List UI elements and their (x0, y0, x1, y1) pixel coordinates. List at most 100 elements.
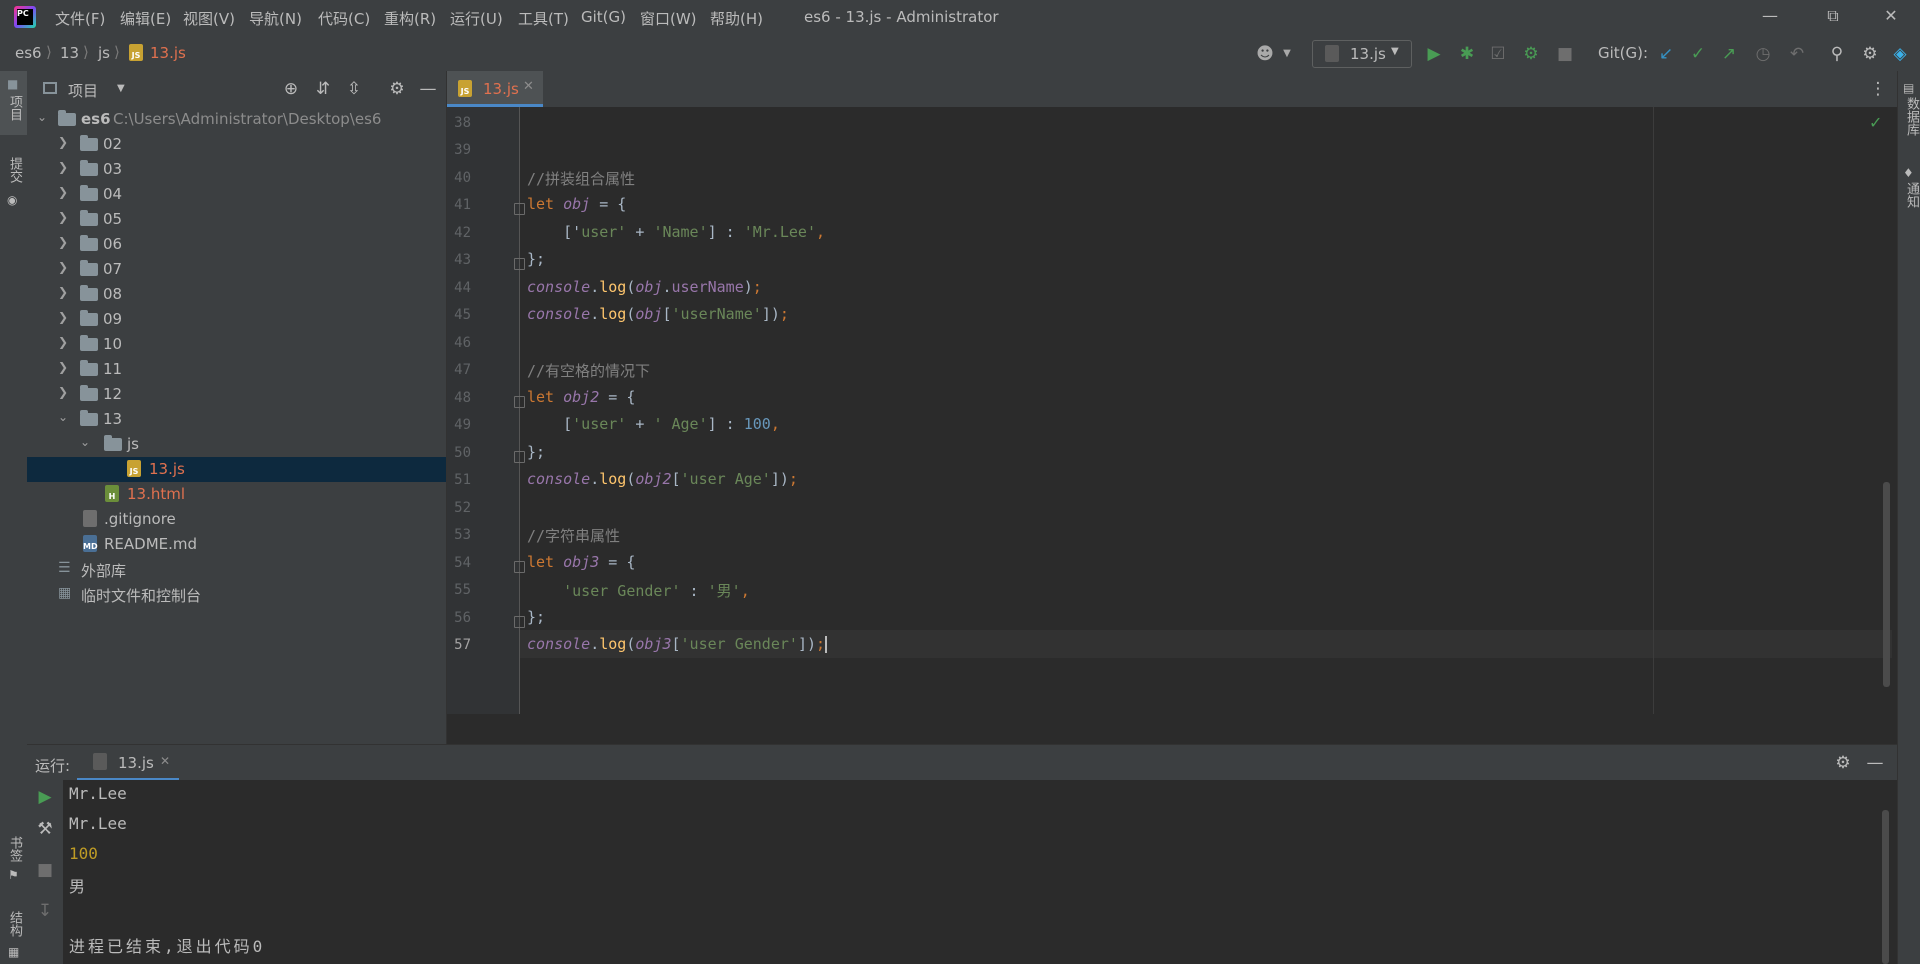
chevron-right-icon[interactable]: ❯ (58, 260, 68, 274)
tree-folder-02[interactable]: ❯ 02 (27, 132, 446, 157)
tree-folder-09[interactable]: ❯ 09 (27, 307, 446, 332)
fold-icon[interactable] (514, 561, 525, 573)
tree-external-libraries[interactable]: ☰ 外部库 (27, 557, 446, 582)
menu-edit[interactable]: 编辑(E) (120, 8, 171, 29)
code-with-me-icon[interactable]: ◈ (1889, 43, 1911, 65)
menu-file[interactable]: 文件(F) (55, 8, 105, 29)
project-panel-title[interactable]: 项目 (68, 80, 98, 101)
fold-icon[interactable] (514, 616, 525, 628)
run-console[interactable]: ▶ ⚒ ■ ↧ Mr.Lee Mr.Lee 100 男 进程已结束,退出代码0 (27, 780, 1897, 964)
database-tool-button[interactable]: ▤ 数据库 (1898, 81, 1920, 141)
user-icon[interactable]: ☻ (1254, 43, 1276, 65)
chevron-right-icon[interactable]: ❯ (58, 185, 68, 199)
expand-all-icon[interactable]: ⇵ (312, 78, 334, 100)
chevron-down-icon[interactable]: ⌄ (58, 410, 68, 424)
chevron-down-icon[interactable]: ▼ (117, 83, 125, 94)
search-icon[interactable]: ⚲ (1826, 43, 1848, 65)
settings-icon[interactable]: ⚙ (1859, 43, 1881, 65)
tree-folder-07[interactable]: ❯ 07 (27, 257, 446, 282)
restore-icon[interactable]: ⧉ (1818, 6, 1848, 28)
bookmarks-tool-button[interactable]: 书签 ⚑ (0, 836, 27, 886)
tree-file-readme[interactable]: MD README.md (27, 532, 446, 557)
structure-tool-button[interactable]: 结构 ▦ (0, 911, 27, 964)
commit-tool-button[interactable]: ◉ 提交 (0, 153, 27, 213)
menu-window[interactable]: 窗口(W) (640, 8, 697, 29)
tree-folder-05[interactable]: ❯ 05 (27, 207, 446, 232)
menu-help[interactable]: 帮助(H) (710, 8, 763, 29)
gear-icon[interactable]: ⚙ (386, 78, 408, 100)
chevron-right-icon[interactable]: ❯ (58, 235, 68, 249)
fold-icon[interactable] (514, 258, 525, 270)
tree-file-gitignore[interactable]: .gitignore (27, 507, 446, 532)
breadcrumb-folder[interactable]: 13 (60, 44, 79, 62)
fold-icon[interactable] (514, 203, 525, 215)
hide-panel-icon[interactable]: — (1864, 752, 1886, 774)
git-push-icon[interactable]: ↗ (1718, 43, 1740, 65)
chevron-down-icon[interactable]: ⌄ (80, 435, 90, 449)
profile-icon[interactable]: ⚙ (1520, 43, 1542, 65)
locate-icon[interactable]: ⊕ (280, 78, 302, 100)
no-problems-check-icon[interactable]: ✓ (1869, 113, 1882, 132)
menu-refactor[interactable]: 重构(R) (384, 8, 436, 29)
console-scrollbar[interactable] (1882, 810, 1889, 964)
tree-scratches[interactable]: ▦ 临时文件和控制台 (27, 582, 446, 607)
hide-panel-icon[interactable]: — (417, 78, 439, 100)
chevron-right-icon[interactable]: ❯ (58, 135, 68, 149)
git-update-icon[interactable]: ↙ (1655, 43, 1677, 65)
tree-folder-12[interactable]: ❯ 12 (27, 382, 446, 407)
editor-scrollbar[interactable] (1883, 482, 1890, 687)
tree-folder-06[interactable]: ❯ 06 (27, 232, 446, 257)
scroll-to-end-icon[interactable]: ↧ (34, 900, 56, 922)
breadcrumb-project[interactable]: es6 (15, 44, 42, 62)
tree-file-html[interactable]: H 13.html (27, 482, 446, 507)
breadcrumb-file[interactable]: 13.js (150, 44, 186, 62)
tree-root[interactable]: ⌄ es6 C:\Users\Administrator\Desktop\es6 (27, 107, 446, 132)
close-tab-icon[interactable]: ✕ (523, 79, 534, 94)
more-options-icon[interactable]: ⋮ (1867, 78, 1889, 100)
menu-code[interactable]: 代码(C) (318, 8, 370, 29)
collapse-all-icon[interactable]: ⇳ (343, 78, 365, 100)
chevron-right-icon[interactable]: ❯ (58, 310, 68, 324)
gear-icon[interactable]: ⚙ (1832, 752, 1854, 774)
git-commit-icon[interactable]: ✓ (1687, 43, 1709, 65)
chevron-down-icon[interactable]: ▼ (1276, 43, 1298, 65)
fold-icon[interactable] (514, 451, 525, 463)
chevron-right-icon[interactable]: ❯ (58, 210, 68, 224)
tree-folder-js[interactable]: ⌄ js (27, 432, 446, 457)
tree-folder-08[interactable]: ❯ 08 (27, 282, 446, 307)
menu-navigate[interactable]: 导航(N) (249, 8, 302, 29)
chevron-right-icon[interactable]: ❯ (58, 160, 68, 174)
chevron-right-icon[interactable]: ❯ (58, 360, 68, 374)
close-icon[interactable]: ✕ (1876, 6, 1906, 28)
run-tab[interactable]: 13.js ✕ (77, 745, 179, 781)
coverage-icon[interactable]: ☑ (1487, 43, 1509, 65)
tree-folder-11[interactable]: ❯ 11 (27, 357, 446, 382)
debug-icon[interactable]: ✱ (1456, 43, 1478, 65)
wrench-icon[interactable]: ⚒ (34, 818, 56, 840)
tree-folder-13[interactable]: ⌄ 13 (27, 407, 446, 432)
stop-icon[interactable]: ■ (34, 859, 56, 881)
chevron-down-icon[interactable]: ⌄ (37, 110, 47, 124)
run-icon[interactable]: ▶ (1423, 43, 1445, 65)
minimize-icon[interactable]: — (1755, 6, 1785, 28)
tree-folder-04[interactable]: ❯ 04 (27, 182, 446, 207)
tree-folder-10[interactable]: ❯ 10 (27, 332, 446, 357)
chevron-right-icon[interactable]: ❯ (58, 385, 68, 399)
rerun-icon[interactable]: ▶ (34, 786, 56, 808)
editor-tab-active[interactable]: JS 13.js ✕ (447, 71, 543, 107)
chevron-right-icon[interactable]: ❯ (58, 285, 68, 299)
stop-icon[interactable]: ■ (1554, 43, 1576, 65)
code-editor[interactable]: 38 39 40 41 42 43 44 45 46 47 48 49 50 5… (447, 107, 1897, 714)
breadcrumb-subfolder[interactable]: js (98, 44, 110, 62)
menu-tools[interactable]: 工具(T) (518, 8, 569, 29)
tree-file-selected[interactable]: JS 13.js (27, 457, 446, 482)
menu-view[interactable]: 视图(V) (183, 8, 235, 29)
close-tab-icon[interactable]: ✕ (160, 754, 170, 768)
app-logo-icon[interactable]: PC (14, 6, 36, 28)
run-configuration-select[interactable]: 13.js ▼ (1312, 40, 1412, 68)
fold-icon[interactable] (514, 396, 525, 408)
notifications-tool-button[interactable]: ♦ 通知 (1898, 166, 1920, 226)
rollback-icon[interactable]: ↶ (1786, 43, 1808, 65)
history-icon[interactable]: ◷ (1752, 43, 1774, 65)
tree-folder-03[interactable]: ❯ 03 (27, 157, 446, 182)
